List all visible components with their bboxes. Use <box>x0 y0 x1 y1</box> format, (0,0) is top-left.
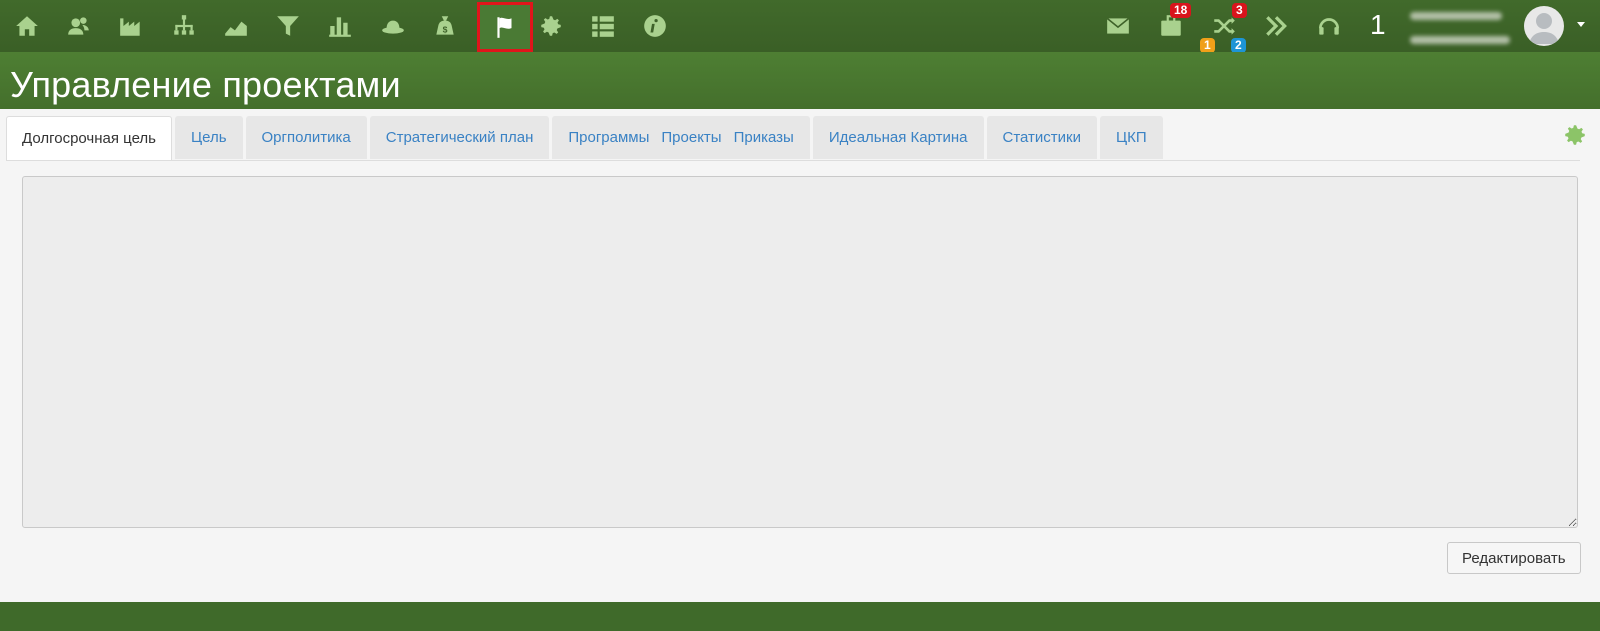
list-icon[interactable] <box>585 8 621 44</box>
tab-ideal-scene[interactable]: Идеальная Картина <box>812 116 984 159</box>
settings-gear-icon[interactable] <box>1562 122 1588 148</box>
tab-projects[interactable]: Проекты <box>661 129 721 146</box>
tab-goal[interactable]: Цель <box>175 116 243 159</box>
shuffle-badge-top: 3 <box>1232 3 1247 18</box>
tab-statistics[interactable]: Статистики <box>986 116 1097 159</box>
page-header: Управление проектами <box>0 52 1600 109</box>
tab-long-term-goal[interactable]: Долгосрочная цель <box>6 116 172 161</box>
hat-icon[interactable] <box>375 8 411 44</box>
tab-org-policy[interactable]: Оргполитика <box>245 116 367 159</box>
factory-icon[interactable] <box>113 8 149 44</box>
users-icon[interactable] <box>61 8 97 44</box>
org-chart-icon[interactable] <box>166 8 202 44</box>
briefcase-badge: 18 <box>1170 3 1192 18</box>
gear-icon[interactable] <box>533 8 569 44</box>
area-chart-icon[interactable] <box>218 8 254 44</box>
double-chevron-right-icon[interactable] <box>1258 8 1294 44</box>
tab-bar: Долгосрочная цель Цель Оргполитика Страт… <box>6 116 1166 161</box>
home-icon[interactable] <box>9 8 45 44</box>
content-panel: Долгосрочная цель Цель Оргполитика Страт… <box>0 109 1600 602</box>
tab-programs-group: Программы Проекты Приказы <box>552 116 810 159</box>
long-term-goal-textarea[interactable] <box>22 176 1578 528</box>
notification-counter[interactable]: 1 <box>1370 9 1386 41</box>
shuffle-badge-left: 1 <box>1200 38 1215 53</box>
footer-band <box>0 602 1600 631</box>
user-role-blurred <box>1410 36 1510 44</box>
tab-programs[interactable]: Программы <box>568 129 649 146</box>
svg-text:$: $ <box>443 25 448 35</box>
avatar[interactable] <box>1524 6 1564 46</box>
page-title: Управление проектами <box>10 64 401 105</box>
tabs-divider <box>6 160 1580 161</box>
shuffle-badge-right: 2 <box>1231 38 1246 53</box>
user-name-blurred <box>1410 12 1502 20</box>
info-icon[interactable] <box>637 8 673 44</box>
user-menu-caret[interactable] <box>1577 22 1585 27</box>
funnel-icon[interactable] <box>270 8 306 44</box>
flag-icon[interactable] <box>477 2 533 52</box>
edit-button[interactable]: Редактировать <box>1447 542 1581 574</box>
mail-icon[interactable] <box>1100 8 1136 44</box>
tab-vfp[interactable]: ЦКП <box>1100 116 1163 159</box>
bar-chart-icon[interactable] <box>322 8 358 44</box>
headset-icon[interactable] <box>1311 8 1347 44</box>
tab-orders[interactable]: Приказы <box>734 129 794 146</box>
top-navigation-bar: $ 18 3 1 2 1 <box>0 0 1600 53</box>
tab-strategic-plan[interactable]: Стратегический план <box>369 116 550 159</box>
money-bag-icon[interactable]: $ <box>427 8 463 44</box>
